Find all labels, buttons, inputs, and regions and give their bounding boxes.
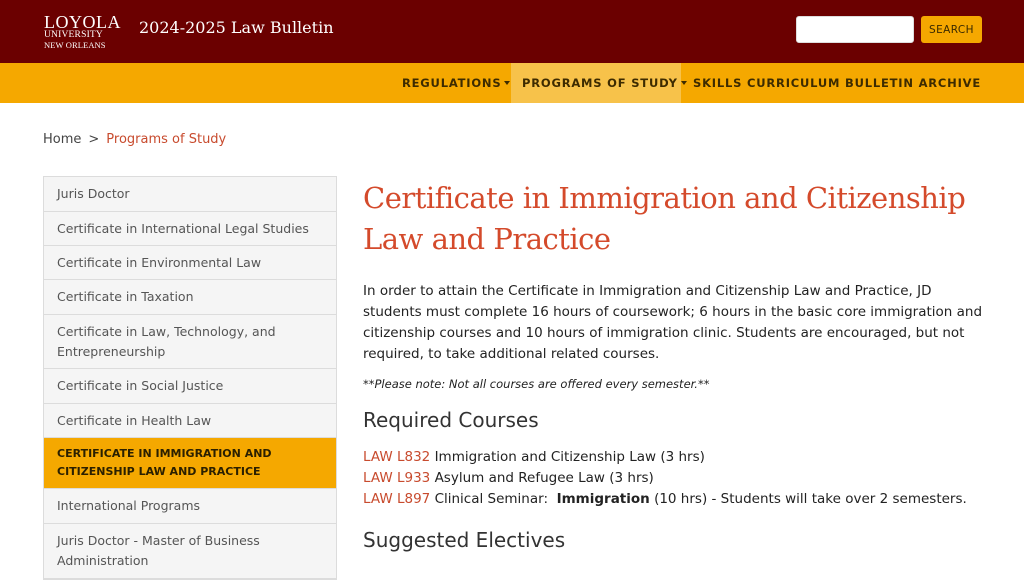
sidebar-item-social-justice[interactable]: Certificate in Social Justice [44,369,336,404]
breadcrumb-current[interactable]: Programs of Study [106,132,226,147]
intro-paragraph: In order to attain the Certificate in Im… [363,283,983,362]
search-input[interactable] [796,16,914,43]
sidebar-item-international-programs[interactable]: International Programs [44,489,336,524]
course-title: Asylum and Refugee Law (3 hrs) [434,470,654,486]
sidebar-item-taxation[interactable]: Certificate in Taxation [44,280,336,315]
site-title[interactable]: 2024-2025 Law Bulletin [139,18,334,37]
nav-regulations-label: REGULATIONS [402,76,502,90]
availability-note: **Please note: Not all courses are offer… [363,377,710,391]
chevron-down-icon [504,80,511,85]
search-button[interactable]: SEARCH [921,16,982,43]
course-title: Immigration and Citizenship Law (3 hrs) [434,449,705,465]
nav-skills-curriculum[interactable]: SKILLS CURRICULUM [681,63,839,103]
course-title-suffix: (10 hrs) - Students will take over 2 sem… [649,491,967,507]
required-courses-list: LAW L832 Immigration and Citizenship Law… [363,447,983,510]
main-nav: REGULATIONS PROGRAMS OF STUDY SKILLS CUR… [0,63,1024,103]
course-item: LAW L897 Clinical Seminar: Immigration (… [363,489,983,510]
sidebar-item-environmental-law[interactable]: Certificate in Environmental Law [44,246,336,280]
course-code-link[interactable]: LAW L832 [363,449,430,465]
header-bar: LOYOLA UNIVERSITY NEW ORLEANS 2024-2025 … [0,0,1024,63]
page-title: Certificate in Immigration and Citizensh… [363,181,966,256]
course-code-link[interactable]: LAW L897 [363,491,430,507]
logo-line-new-orleans: NEW ORLEANS [44,39,106,50]
nav-programs-of-study[interactable]: PROGRAMS OF STUDY [511,63,687,103]
sidebar-nav: Juris Doctor Certificate in Internationa… [43,176,337,580]
breadcrumb-separator: > [88,132,100,147]
sidebar-item-health-law[interactable]: Certificate in Health Law [44,404,336,438]
nav-skills-label: SKILLS CURRICULUM [693,76,841,90]
sidebar-item-immigration-citizenship[interactable]: CERTIFICATE IN IMMIGRATION AND CITIZENSH… [44,438,336,489]
required-courses-heading: Required Courses [363,408,539,432]
nav-regulations[interactable]: REGULATIONS [390,63,511,103]
logo-line-loyola: LOYOLA [44,12,121,32]
course-title-prefix: Clinical Seminar: [434,491,557,507]
nav-bulletin-archive[interactable]: BULLETIN ARCHIVE [831,63,981,103]
course-item: LAW L933 Asylum and Refugee Law (3 hrs) [363,468,983,489]
course-item: LAW L832 Immigration and Citizenship Law… [363,447,983,468]
sidebar-item-jd-mba[interactable]: Juris Doctor - Master of Business Admini… [44,524,336,579]
sidebar-item-law-technology-entrepreneurship[interactable]: Certificate in Law, Technology, and Entr… [44,315,336,369]
breadcrumb-home[interactable]: Home [43,132,81,147]
course-code-link[interactable]: LAW L933 [363,470,430,486]
suggested-electives-heading: Suggested Electives [363,528,566,552]
university-logo[interactable]: LOYOLA UNIVERSITY NEW ORLEANS [44,13,121,49]
nav-programs-label: PROGRAMS OF STUDY [522,76,678,90]
main-content: Certificate in Immigration and Citizensh… [363,178,983,552]
nav-archive-label: BULLETIN ARCHIVE [845,76,982,90]
sidebar-item-international-legal-studies[interactable]: Certificate in International Legal Studi… [44,212,336,246]
breadcrumb: Home > Programs of Study [43,132,226,147]
course-title-emphasis: Immigration [556,491,650,507]
sidebar-item-juris-doctor[interactable]: Juris Doctor [44,177,336,212]
